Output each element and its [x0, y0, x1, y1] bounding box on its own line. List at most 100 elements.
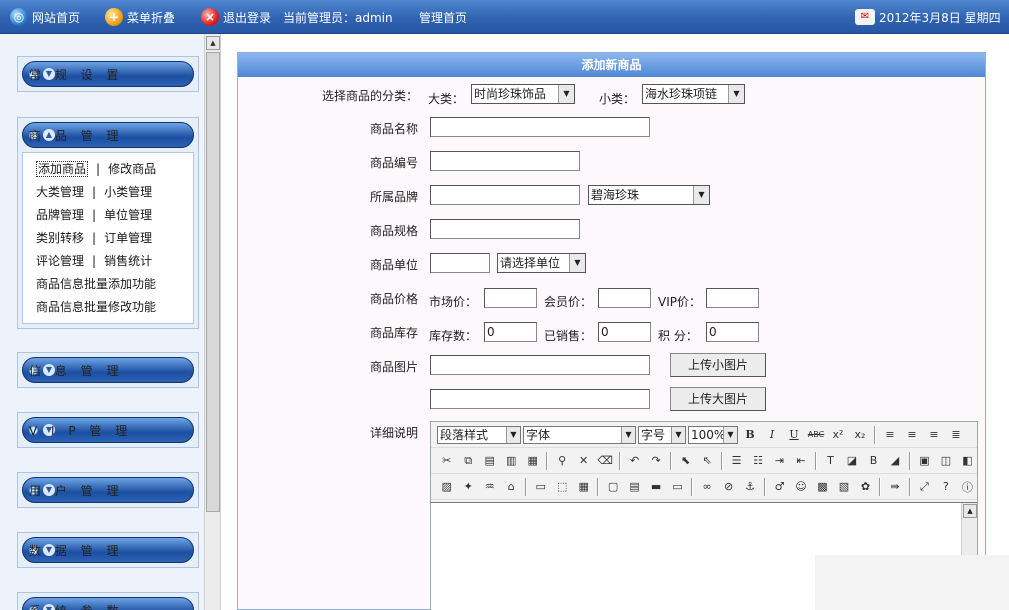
- delete-icon[interactable]: ✕: [574, 451, 593, 471]
- emoticon-icon[interactable]: ☺: [791, 477, 810, 497]
- menu-link-unit[interactable]: 单位管理: [104, 208, 152, 222]
- italic-icon[interactable]: I: [762, 425, 782, 445]
- big-category-select[interactable]: 时尚珍珠饰品 ▼: [471, 84, 575, 104]
- scroll-thumb[interactable]: [206, 52, 220, 512]
- layer-icon[interactable]: ◫: [936, 451, 955, 471]
- media-icon[interactable]: ♒: [480, 477, 499, 497]
- marquee-icon[interactable]: ▭: [668, 477, 687, 497]
- menu-link-small-category[interactable]: 小类管理: [104, 185, 152, 199]
- small-category-select[interactable]: 海水珍珠项链 ▼: [642, 84, 745, 104]
- code-input[interactable]: [430, 151, 580, 171]
- menu-head-goods[interactable]: 商 品 管 理 ▲: [22, 122, 194, 148]
- paragraph-style-select[interactable]: 段落样式 ▼: [437, 425, 521, 444]
- menu-link-orders[interactable]: 订单管理: [104, 231, 152, 245]
- file-icon[interactable]: ⌂: [501, 477, 520, 497]
- strikethrough-icon[interactable]: ABC: [806, 425, 826, 445]
- menu-head-data[interactable]: 数 据 管 理 ▼: [22, 537, 194, 563]
- menu-link-batch-edit[interactable]: 商品信息批量修改功能: [36, 296, 193, 319]
- paste-text-icon[interactable]: ▥: [501, 451, 520, 471]
- spec-input[interactable]: [430, 219, 580, 239]
- outdent-icon[interactable]: ⇤: [791, 451, 810, 471]
- info-icon[interactable]: ⓘ: [958, 477, 977, 497]
- paste-word-icon[interactable]: ▦: [523, 451, 542, 471]
- font-color-icon[interactable]: T: [821, 451, 840, 471]
- page-icon[interactable]: ▤: [625, 477, 644, 497]
- text-background-icon[interactable]: B: [864, 451, 883, 471]
- menu-link-brand[interactable]: 品牌管理: [36, 208, 84, 222]
- font-select[interactable]: 字体 ▼: [523, 425, 636, 444]
- menu-head-users[interactable]: 用 户 管 理 ▼: [22, 477, 194, 503]
- align-justify-icon[interactable]: ≣: [946, 425, 966, 445]
- menu-link-category-transfer[interactable]: 类别转移: [36, 231, 84, 245]
- paste-icon[interactable]: ▤: [480, 451, 499, 471]
- find-icon[interactable]: ⚲: [552, 451, 571, 471]
- menu-link-edit-goods[interactable]: 修改商品: [108, 162, 156, 176]
- menu-link-big-category[interactable]: 大类管理: [36, 185, 84, 199]
- align-center-icon[interactable]: ≡: [902, 425, 922, 445]
- small-image-input[interactable]: [430, 355, 650, 375]
- link-icon[interactable]: ∞: [697, 477, 716, 497]
- stock-count-input[interactable]: 0: [484, 322, 537, 342]
- pointer-icon[interactable]: ⇖: [697, 451, 716, 471]
- menu-link-add-goods[interactable]: 添加商品: [36, 161, 89, 177]
- zoom-select[interactable]: 100% ▼: [688, 425, 738, 444]
- undo-icon[interactable]: ↶: [625, 451, 644, 471]
- admin-home-link[interactable]: 管理首页: [419, 0, 467, 34]
- layer-back-icon[interactable]: ◧: [958, 451, 977, 471]
- image-icon[interactable]: ▨: [437, 477, 456, 497]
- menu-head-system[interactable]: 系 统 参 数 ▼: [22, 597, 194, 610]
- menu-head-vip[interactable]: V I P 管 理 ▼: [22, 417, 194, 443]
- sidebar-scrollbar[interactable]: ▲: [204, 34, 221, 610]
- eraser-icon[interactable]: ⌫: [595, 451, 614, 471]
- home-link[interactable]: ◎ 网站首页: [10, 0, 80, 34]
- redo-icon[interactable]: ↷: [646, 451, 665, 471]
- form-icon[interactable]: ▢: [603, 477, 622, 497]
- frame-icon[interactable]: ▣: [915, 451, 934, 471]
- help-icon[interactable]: ?: [936, 477, 955, 497]
- unit-select[interactable]: 请选择单位 ▼: [497, 253, 586, 273]
- import-icon[interactable]: ⇛: [885, 477, 904, 497]
- highlight-icon[interactable]: ◢: [885, 451, 904, 471]
- font-size-select[interactable]: 字号 ▼: [638, 425, 686, 444]
- vip-price-input[interactable]: [706, 288, 759, 308]
- flash-icon[interactable]: ✦: [458, 477, 477, 497]
- anchor-icon[interactable]: ⚓: [740, 477, 759, 497]
- symbol-icon[interactable]: ♂: [770, 477, 789, 497]
- menu-head-info[interactable]: 信 息 管 理 ▼: [22, 357, 194, 383]
- underline-icon[interactable]: U: [784, 425, 804, 445]
- cell-icon[interactable]: ▦: [574, 477, 593, 497]
- upload-small-image-button[interactable]: 上传小图片: [670, 353, 766, 377]
- scroll-up-arrow-icon[interactable]: ▲: [963, 504, 977, 518]
- copy-icon[interactable]: ⧉: [458, 451, 477, 471]
- cut-icon[interactable]: ✂: [437, 451, 456, 471]
- background-color-icon[interactable]: ◪: [842, 451, 861, 471]
- table-icon[interactable]: ▭: [531, 477, 550, 497]
- menu-link-sales-stats[interactable]: 销售统计: [104, 254, 152, 268]
- excel-icon[interactable]: ▩: [813, 477, 832, 497]
- points-input[interactable]: 0: [706, 322, 759, 342]
- logout-link[interactable]: × 退出登录: [201, 0, 271, 34]
- scroll-up-arrow-icon[interactable]: ▲: [206, 36, 220, 50]
- menu-link-comments[interactable]: 评论管理: [36, 254, 84, 268]
- horizontal-rule-icon[interactable]: ▬: [646, 477, 665, 497]
- select-all-icon[interactable]: ⬉: [676, 451, 695, 471]
- align-left-icon[interactable]: ≡: [880, 425, 900, 445]
- date-icon[interactable]: ▧: [834, 477, 853, 497]
- sold-input[interactable]: 0: [598, 322, 651, 342]
- market-price-input[interactable]: [484, 288, 537, 308]
- brand-input[interactable]: [430, 185, 580, 205]
- bold-icon[interactable]: B: [740, 425, 760, 445]
- unlink-icon[interactable]: ⊘: [719, 477, 738, 497]
- table-props-icon[interactable]: ⬚: [552, 477, 571, 497]
- fullscreen-icon[interactable]: ⤢: [915, 477, 934, 497]
- indent-icon[interactable]: ⇥: [770, 451, 789, 471]
- subscript-icon[interactable]: x₂: [850, 425, 870, 445]
- unit-input[interactable]: [430, 253, 490, 273]
- menu-head-general[interactable]: 常 规 设 置 ▼: [22, 61, 194, 87]
- superscript-icon[interactable]: x²: [828, 425, 848, 445]
- brand-select[interactable]: 碧海珍珠 ▼: [588, 185, 710, 205]
- upload-big-image-button[interactable]: 上传大图片: [670, 387, 766, 411]
- name-input[interactable]: [430, 117, 650, 137]
- ordered-list-icon[interactable]: ☰: [727, 451, 746, 471]
- member-price-input[interactable]: [598, 288, 651, 308]
